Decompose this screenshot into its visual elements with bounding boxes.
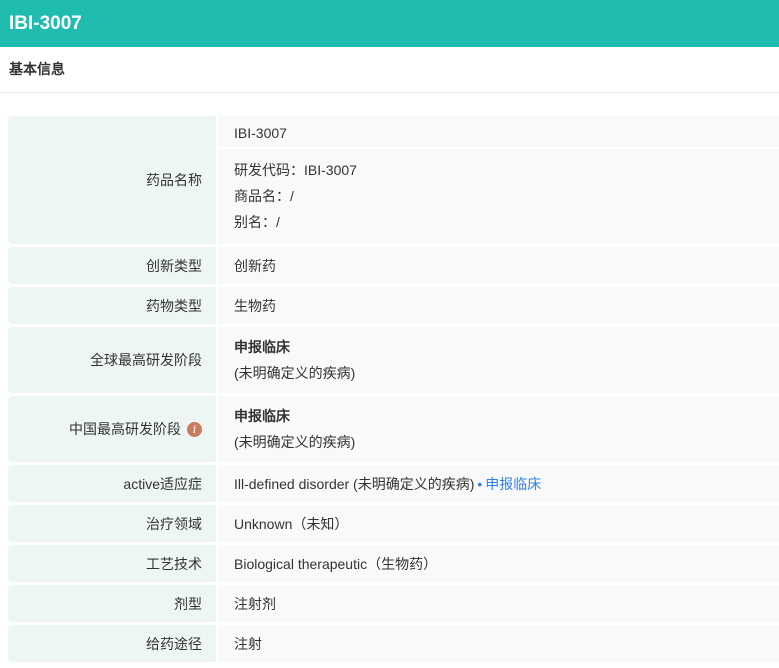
page-title: IBI-3007 <box>0 0 779 47</box>
table-row: 治疗领域 Unknown（未知） <box>8 505 779 542</box>
table-row: active适应症 Ill-defined disorder (未明确定义的疾病… <box>8 465 779 502</box>
row-value: 注射剂 <box>218 585 779 622</box>
trade-name: 商品名：/ <box>234 188 294 204</box>
row-label: 工艺技术 <box>8 545 216 582</box>
label-text: 中国最高研发阶段 <box>69 421 181 437</box>
dev-code: 研发代码：IBI-3007 <box>234 162 357 178</box>
table-row: 给药途径 注射 <box>8 625 779 662</box>
row-label: 创新类型 <box>8 247 216 284</box>
row-label: 中国最高研发阶段 i <box>8 396 216 462</box>
indication: (未明确定义的疾病) <box>234 434 356 450</box>
info-icon[interactable]: i <box>187 421 202 437</box>
row-label: 全球最高研发阶段 <box>8 327 216 393</box>
row-value: Unknown（未知） <box>218 505 779 542</box>
indication: (未明确定义的疾病) <box>234 365 356 381</box>
row-label: 药品名称 <box>8 116 216 244</box>
info-table: 药品名称 IBI-3007 研发代码：IBI-3007 商品名：/ 别名：/ 创… <box>8 116 779 665</box>
row-label: 治疗领域 <box>8 505 216 542</box>
stage-link[interactable]: 申报临床 <box>485 476 541 492</box>
section-title: 基本信息 <box>0 47 779 93</box>
table-row: 全球最高研发阶段 申报临床 (未明确定义的疾病) <box>8 327 779 393</box>
table-row: 药物类型 生物药 <box>8 287 779 324</box>
row-label: 剂型 <box>8 585 216 622</box>
row-value: 生物药 <box>218 287 779 324</box>
drug-name-main: IBI-3007 <box>218 116 779 149</box>
row-label: 药物类型 <box>8 287 216 324</box>
row-value: 注射 <box>218 625 779 662</box>
bullet-icon: • <box>477 475 483 492</box>
stage: 申报临床 <box>234 339 290 355</box>
row-label: active适应症 <box>8 465 216 502</box>
table-row-drug-name: 药品名称 IBI-3007 研发代码：IBI-3007 商品名：/ 别名：/ <box>8 116 779 244</box>
table-row: 创新类型 创新药 <box>8 247 779 284</box>
row-value: 创新药 <box>218 247 779 284</box>
table-row: 工艺技术 Biological therapeutic（生物药） <box>8 545 779 582</box>
row-label: 给药途径 <box>8 625 216 662</box>
row-value: Ill-defined disorder (未明确定义的疾病) <box>234 475 475 492</box>
alias: 别名：/ <box>234 214 280 230</box>
table-row: 剂型 注射剂 <box>8 585 779 622</box>
row-value: Biological therapeutic（生物药） <box>218 545 779 582</box>
table-row: 中国最高研发阶段 i 申报临床 (未明确定义的疾病) <box>8 396 779 462</box>
stage: 申报临床 <box>234 408 290 424</box>
